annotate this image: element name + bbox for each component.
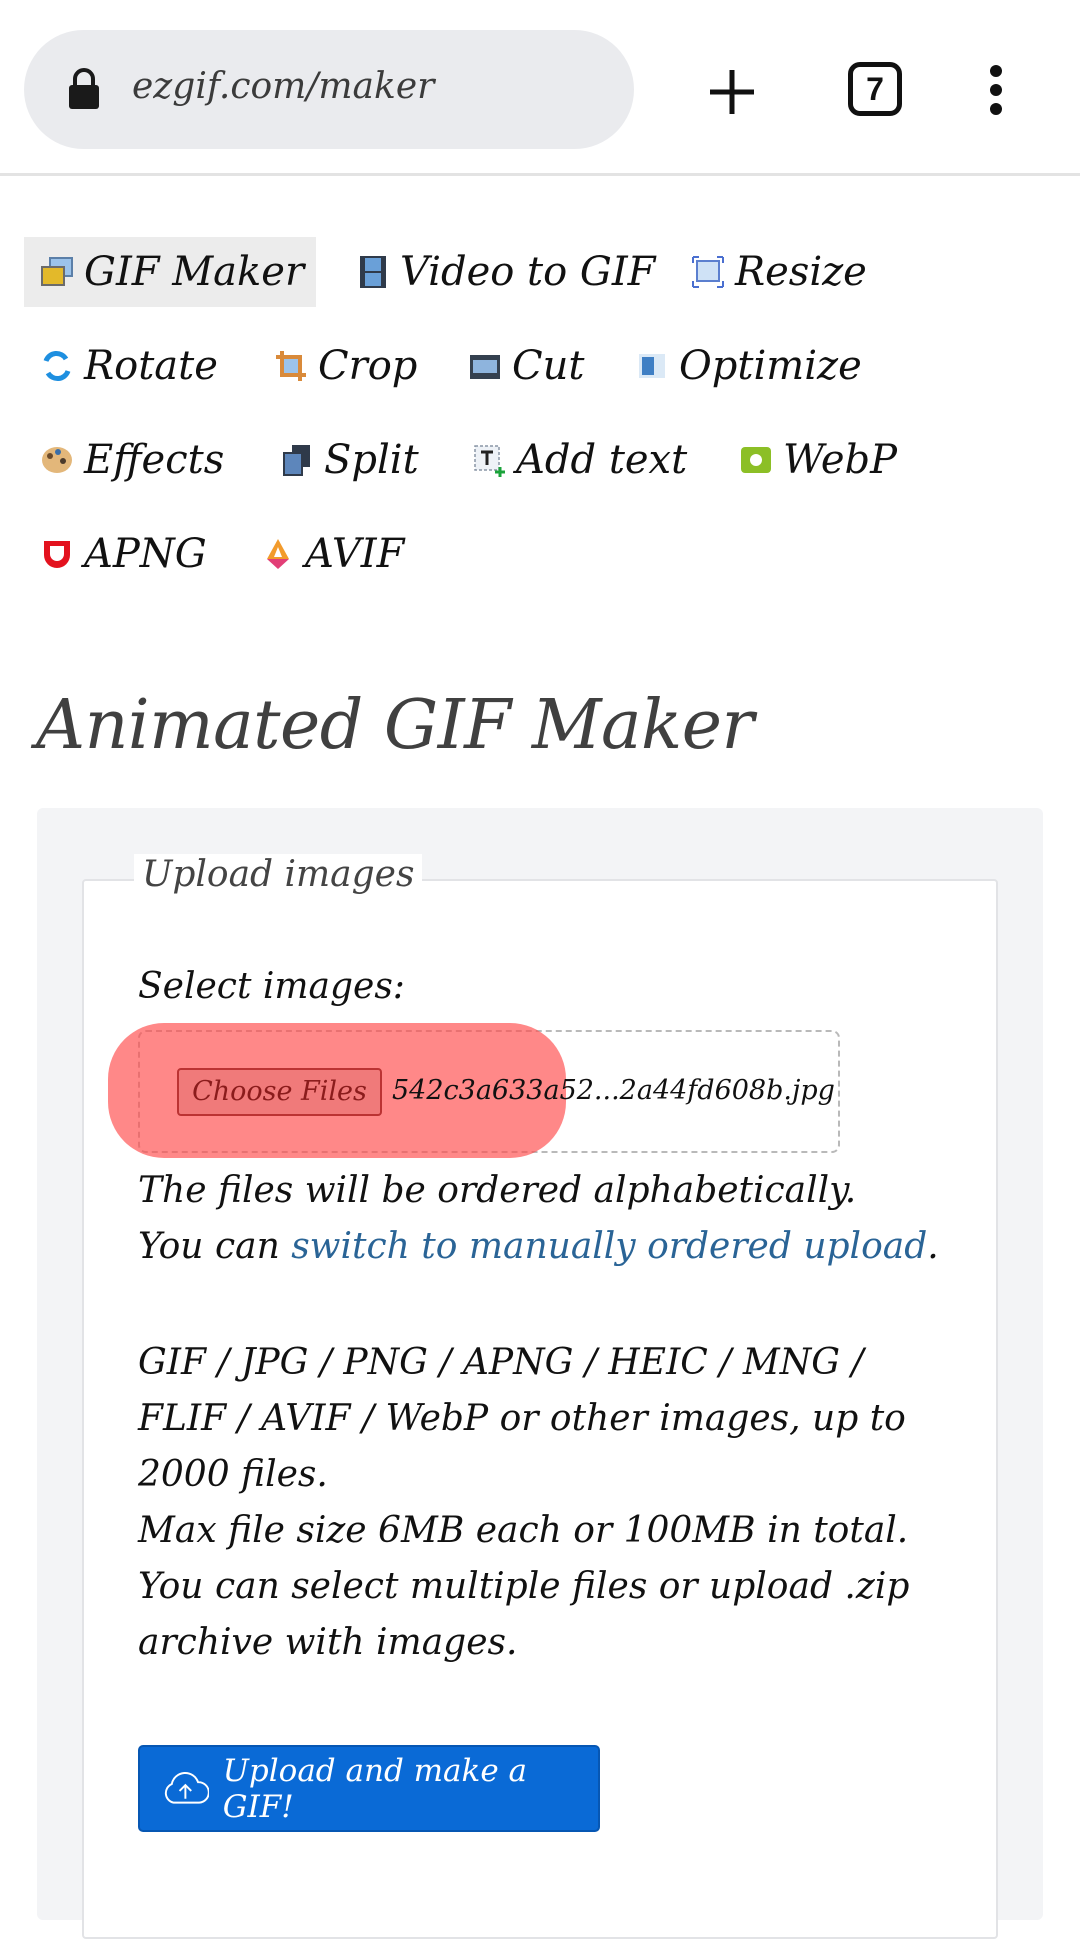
order-note: The files will be ordered alphabetically… [138,1170,857,1211]
nav-split[interactable]: Split [264,425,431,495]
nav-crop[interactable]: Crop [258,331,429,401]
nav-apng[interactable]: APNG [24,519,219,589]
crop-icon [276,351,306,381]
nav-effects[interactable]: Effects [24,425,236,495]
nav-label: APNG [84,531,207,577]
info-line: Max file size 6MB each or 100MB in total… [138,1510,909,1551]
nav-webp[interactable]: WebP [723,425,909,495]
lock-icon [69,68,99,109]
webp-icon [741,447,771,473]
switch-prefix: You can [138,1226,292,1267]
split-icon [283,445,310,476]
nav-label: Optimize [679,343,862,389]
avif-icon [267,539,289,569]
upload-and-make-gif-button[interactable]: Upload and make a GIF! [138,1745,600,1832]
info-line: archive with images. [138,1622,518,1663]
nav-add-text[interactable]: Add text [456,425,699,495]
nav-label: AVIF [305,531,405,577]
switch-suffix: . [927,1226,939,1267]
nav-label: Add text [516,437,688,483]
more-vert-icon[interactable] [986,64,1006,116]
nav-label: Rotate [84,343,218,389]
page-title: Animated GIF Maker [36,686,754,765]
info-line: GIF / JPG / PNG / APNG / HEIC / MNG / [138,1342,864,1383]
apng-icon [44,541,70,568]
nav-rotate[interactable]: Rotate [24,331,230,401]
resize-icon [692,256,724,288]
plus-icon[interactable] [706,66,758,118]
cut-icon [470,355,500,379]
chrome-divider [0,173,1080,176]
nav-gif-maker[interactable]: GIF Maker [24,237,317,307]
switch-upload-line: You can switch to manually ordered uploa… [138,1226,939,1267]
choose-files-button[interactable]: Choose Files [177,1068,382,1116]
info-line: 2000 files. [138,1454,328,1495]
url-text[interactable]: ezgif.com/maker [132,66,434,107]
gif-maker-icon [41,257,73,286]
nav-label: Split [324,437,419,483]
select-images-label: Select images: [138,966,405,1007]
switch-manual-order-link[interactable]: switch to manually ordered upload [291,1226,927,1267]
add-text-icon [474,445,505,477]
nav-resize[interactable]: Resize [675,237,879,307]
optimize-icon [639,354,665,378]
upload-button-label: Upload and make a GIF! [222,1752,527,1825]
nav-label: Effects [84,437,225,483]
nav-label: WebP [783,437,898,483]
fieldset-legend: Upload images [134,854,423,895]
nav-label: Resize [735,249,867,295]
nav-video-to-gif[interactable]: Video to GIF [340,237,667,307]
rotate-icon [43,351,71,381]
nav-optimize[interactable]: Optimize [619,331,874,401]
film-strip-icon [360,256,386,288]
palette-icon [42,447,72,473]
info-line: You can select multiple files or upload … [138,1566,910,1607]
tab-switcher-button[interactable]: 7 [848,62,902,116]
nav-label: GIF Maker [84,249,305,295]
nav-label: Crop [318,343,418,389]
nav-cut[interactable]: Cut [452,331,596,401]
nav-label: Video to GIF [400,249,656,295]
selected-file-name: 542c3a633a52...2a44fd608b.jpg [392,1075,835,1106]
cloud-upload-icon [164,1771,209,1804]
nav-avif[interactable]: AVIF [245,519,416,589]
nav-label: Cut [512,343,585,389]
info-line: FLIF / AVIF / WebP or other images, up t… [138,1398,906,1439]
